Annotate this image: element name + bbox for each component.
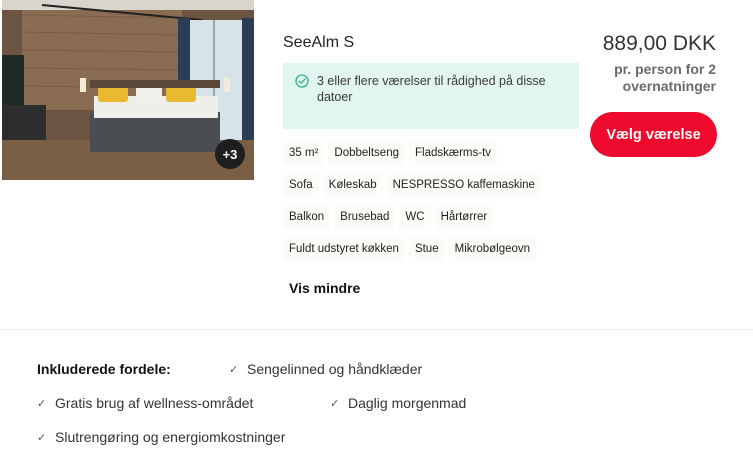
amenity-tag: Sofa — [283, 174, 319, 197]
room-card: +3 SeeAlm S 3 eller flere værelser til r… — [0, 0, 753, 475]
amenity-tag: Balkon — [283, 206, 331, 229]
amenity-tag: Køleskab — [322, 174, 383, 197]
benefit-text: Daglig morgenmad — [348, 395, 467, 411]
amenity-row: Balkon Brusebad WC Hårtørrer — [283, 206, 573, 229]
benefit-item: ✓ Daglig morgenmad — [330, 395, 466, 411]
show-less-link[interactable]: Vis mindre — [289, 280, 360, 296]
benefit-text: Gratis brug af wellness-området — [55, 395, 254, 411]
price-description: pr. person for 2 overnatninger — [614, 61, 716, 94]
amenity-tag: Fuldt udstyret køkken — [283, 238, 405, 261]
benefit-text: Slutrengøring og energiomkostninger — [55, 429, 286, 445]
price: 889,00 DKK — [602, 32, 716, 55]
amenity-tag: 35 m² — [283, 142, 325, 165]
amenity-tag: NESPRESSO kaffemaskine — [386, 174, 541, 197]
amenity-tag: Stue — [408, 238, 445, 261]
amenity-tag: Hårtørrer — [434, 206, 494, 229]
amenity-tag: Brusebad — [334, 206, 396, 229]
select-room-button[interactable]: Vælg værelse — [590, 112, 717, 157]
availability-notice: 3 eller flere værelser til rådighed på d… — [283, 63, 579, 129]
room-summary: +3 SeeAlm S 3 eller flere værelser til r… — [0, 0, 753, 330]
amenity-tag: WC — [399, 206, 431, 229]
availability-text: 3 eller flere værelser til rådighed på d… — [317, 74, 546, 104]
room-photo[interactable]: +3 — [2, 0, 254, 180]
amenity-tag: Mikrobølgeovn — [448, 238, 537, 261]
amenity-list: 35 m² Dobbeltseng Fladskærms-tv Sofa Køl… — [283, 142, 573, 270]
benefit-item: ✓ Slutrengøring og energiomkostninger — [37, 429, 285, 445]
check-circle-icon — [295, 74, 309, 88]
amenity-tag: Fladskærms-tv — [408, 142, 498, 165]
amenity-row: Sofa Køleskab NESPRESSO kaffemaskine — [283, 174, 573, 197]
checkmark-icon: ✓ — [229, 363, 239, 376]
benefits-label: Inkluderede fordele: — [37, 361, 171, 377]
room-name: SeeAlm S — [283, 34, 355, 51]
more-photos-badge[interactable]: +3 — [215, 139, 245, 169]
benefit-item: ✓ Gratis brug af wellness-området — [37, 395, 253, 411]
benefit-item: ✓ Sengelinned og håndklæder — [229, 361, 422, 377]
benefit-text: Sengelinned og håndklæder — [247, 361, 423, 377]
checkmark-icon: ✓ — [37, 431, 47, 444]
amenity-tag: Dobbeltseng — [328, 142, 405, 165]
checkmark-icon: ✓ — [330, 397, 340, 410]
checkmark-icon: ✓ — [37, 397, 47, 410]
amenity-row: Fuldt udstyret køkken Stue Mikrobølgeovn — [283, 238, 573, 261]
amenity-row: 35 m² Dobbeltseng Fladskærms-tv — [283, 142, 573, 165]
